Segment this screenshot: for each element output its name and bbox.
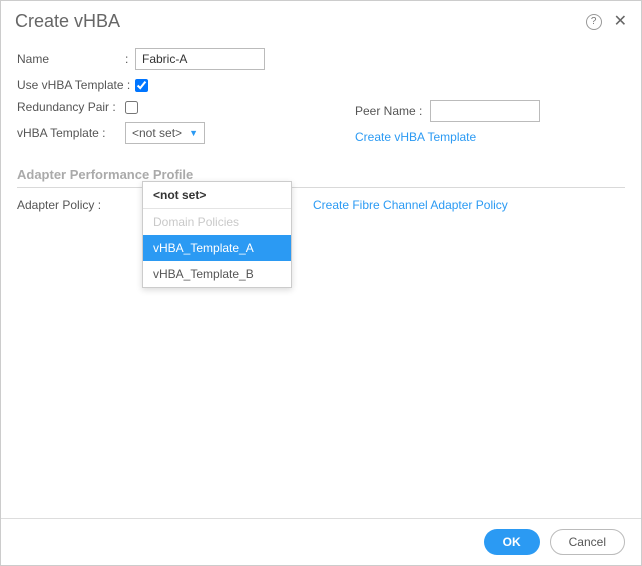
name-input[interactable] [135, 48, 265, 70]
create-vhba-template-link[interactable]: Create vHBA Template [355, 130, 476, 144]
redundancy-checkbox[interactable] [125, 101, 138, 114]
template-row: vHBA Template : <not set> ▼ [17, 122, 355, 144]
dropdown-item-template-b[interactable]: vHBA_Template_B [143, 261, 291, 287]
template-row-wrap: vHBA Template : <not set> ▼ Create vHBA … [17, 122, 625, 152]
redundancy-peer-row: Redundancy Pair : Peer Name : [17, 100, 625, 122]
template-dropdown[interactable]: <not set> Domain Policies vHBA_Template_… [142, 181, 292, 288]
dialog-title: Create vHBA [15, 11, 120, 32]
redundancy-label: Redundancy Pair : [17, 100, 125, 114]
title-actions: ? ✕ [586, 14, 627, 30]
template-select[interactable]: <not set> ▼ [125, 122, 205, 144]
dialog-titlebar: Create vHBA ? ✕ [1, 1, 641, 44]
use-template-label: Use vHBA Template : [17, 78, 135, 92]
dropdown-group-domain-policies: Domain Policies [143, 209, 291, 235]
peer-row: Peer Name : [355, 100, 625, 122]
ok-button[interactable]: OK [484, 529, 540, 555]
name-label: Name [17, 52, 125, 66]
close-icon[interactable]: ✕ [614, 14, 627, 30]
redundancy-row: Redundancy Pair : [17, 100, 355, 114]
create-vhba-dialog: Create vHBA ? ✕ Name : Use vHBA Template… [0, 0, 642, 566]
template-selected-value: <not set> [132, 126, 182, 140]
create-adapter-policy-link[interactable]: Create Fibre Channel Adapter Policy [313, 198, 508, 212]
caret-down-icon: ▼ [189, 128, 198, 138]
adapter-section-header: Adapter Performance Profile [17, 162, 625, 188]
dialog-content: Name : Use vHBA Template : Redundancy Pa… [1, 44, 641, 220]
adapter-policy-label: Adapter Policy : [17, 198, 125, 212]
name-row: Name : [17, 48, 625, 70]
dropdown-item-template-a[interactable]: vHBA_Template_A [143, 235, 291, 261]
template-label: vHBA Template : [17, 126, 125, 140]
dialog-footer: OK Cancel [1, 518, 641, 565]
adapter-section-body: Adapter Policy : Create Fibre Channel Ad… [17, 198, 625, 220]
help-icon[interactable]: ? [586, 14, 602, 30]
use-template-checkbox[interactable] [135, 79, 148, 92]
peer-name-label: Peer Name : [355, 104, 422, 118]
peer-name-input[interactable] [430, 100, 540, 122]
dropdown-item-notset[interactable]: <not set> [143, 182, 291, 208]
cancel-button[interactable]: Cancel [550, 529, 625, 555]
use-template-row: Use vHBA Template : [17, 78, 625, 92]
